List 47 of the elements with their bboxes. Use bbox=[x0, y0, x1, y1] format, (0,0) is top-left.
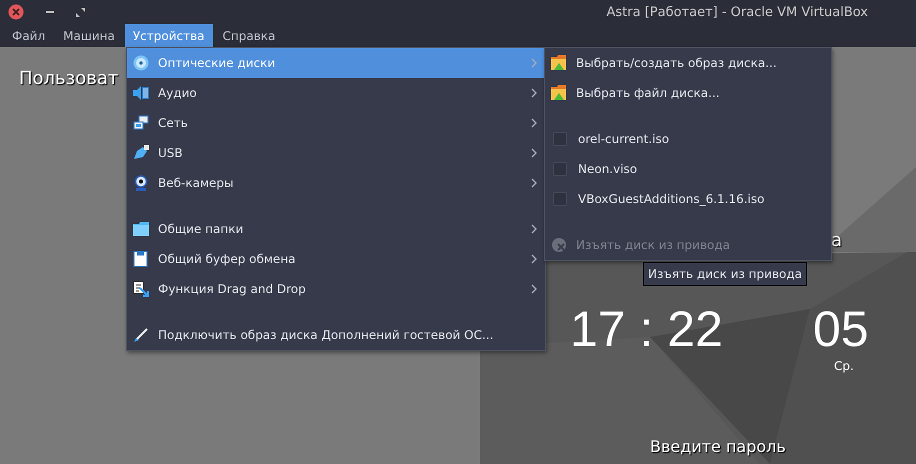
webcam-icon bbox=[133, 175, 149, 191]
menu-item[interactable]: Выбрать/создать образ диска... bbox=[545, 48, 831, 78]
menu-item[interactable]: Сеть bbox=[127, 108, 545, 138]
drag-drop-icon bbox=[133, 281, 149, 297]
usb-stick-icon bbox=[133, 145, 149, 161]
maximize-icon[interactable] bbox=[76, 8, 85, 16]
disc-icon bbox=[133, 55, 149, 71]
menu-item[interactable]: Подключить образ диска Дополнений гостевой ОС... bbox=[127, 320, 545, 350]
menu-item[interactable]: Веб-камеры bbox=[127, 168, 545, 198]
speaker-icon bbox=[133, 85, 149, 101]
menu-bar-item[interactable]: Справка bbox=[214, 24, 284, 47]
menu-bar-item[interactable]: Файл bbox=[4, 24, 54, 47]
tool-icon bbox=[133, 327, 149, 343]
menu-item[interactable]: Выбрать файл диска... bbox=[545, 78, 831, 108]
disc-icon bbox=[551, 237, 567, 253]
menu-item[interactable]: Общие папки bbox=[127, 214, 545, 244]
folder-icon bbox=[551, 55, 567, 71]
menu-item[interactable]: Функция Drag and Drop bbox=[127, 274, 545, 304]
chevron-icon bbox=[531, 178, 537, 188]
chevron-icon bbox=[531, 58, 537, 68]
password-prompt: Введите пароль bbox=[650, 437, 786, 456]
chevron-icon bbox=[531, 254, 537, 264]
menu-item[interactable]: orel-current.iso bbox=[545, 124, 831, 154]
network-icon bbox=[133, 115, 149, 131]
user-name-text: а bbox=[831, 230, 842, 251]
menu-item[interactable]: Аудио bbox=[127, 78, 545, 108]
minimize-icon[interactable] bbox=[46, 10, 54, 14]
tooltip: Изъять диск из привода bbox=[643, 262, 808, 286]
menu-bar-item[interactable]: Машина bbox=[55, 24, 123, 47]
chevron-icon bbox=[531, 88, 537, 98]
weekday-text: Ср. bbox=[834, 359, 854, 373]
clock-text: 17 : 22 bbox=[570, 300, 723, 358]
close-icon[interactable] bbox=[8, 4, 24, 20]
menu-item[interactable]: VBoxGuestAdditions_6.1.16.iso bbox=[545, 184, 831, 214]
seconds-text: 05 bbox=[813, 300, 869, 358]
chevron-icon bbox=[531, 118, 537, 128]
folder-icon bbox=[133, 221, 149, 237]
menu-item[interactable]: Общий буфер обмена bbox=[127, 244, 545, 274]
greeting-text: Пользоват bbox=[19, 68, 118, 89]
chevron-icon bbox=[531, 224, 537, 234]
window-title: Astra [Работает] - Oracle VM VirtualBox bbox=[606, 4, 868, 20]
folder-icon bbox=[551, 85, 567, 101]
chevron-icon bbox=[531, 148, 537, 158]
clipboard-icon bbox=[133, 251, 149, 267]
menu-item[interactable]: Neon.viso bbox=[545, 154, 831, 184]
menu-item[interactable]: USB bbox=[127, 138, 545, 168]
chevron-icon bbox=[531, 284, 537, 294]
